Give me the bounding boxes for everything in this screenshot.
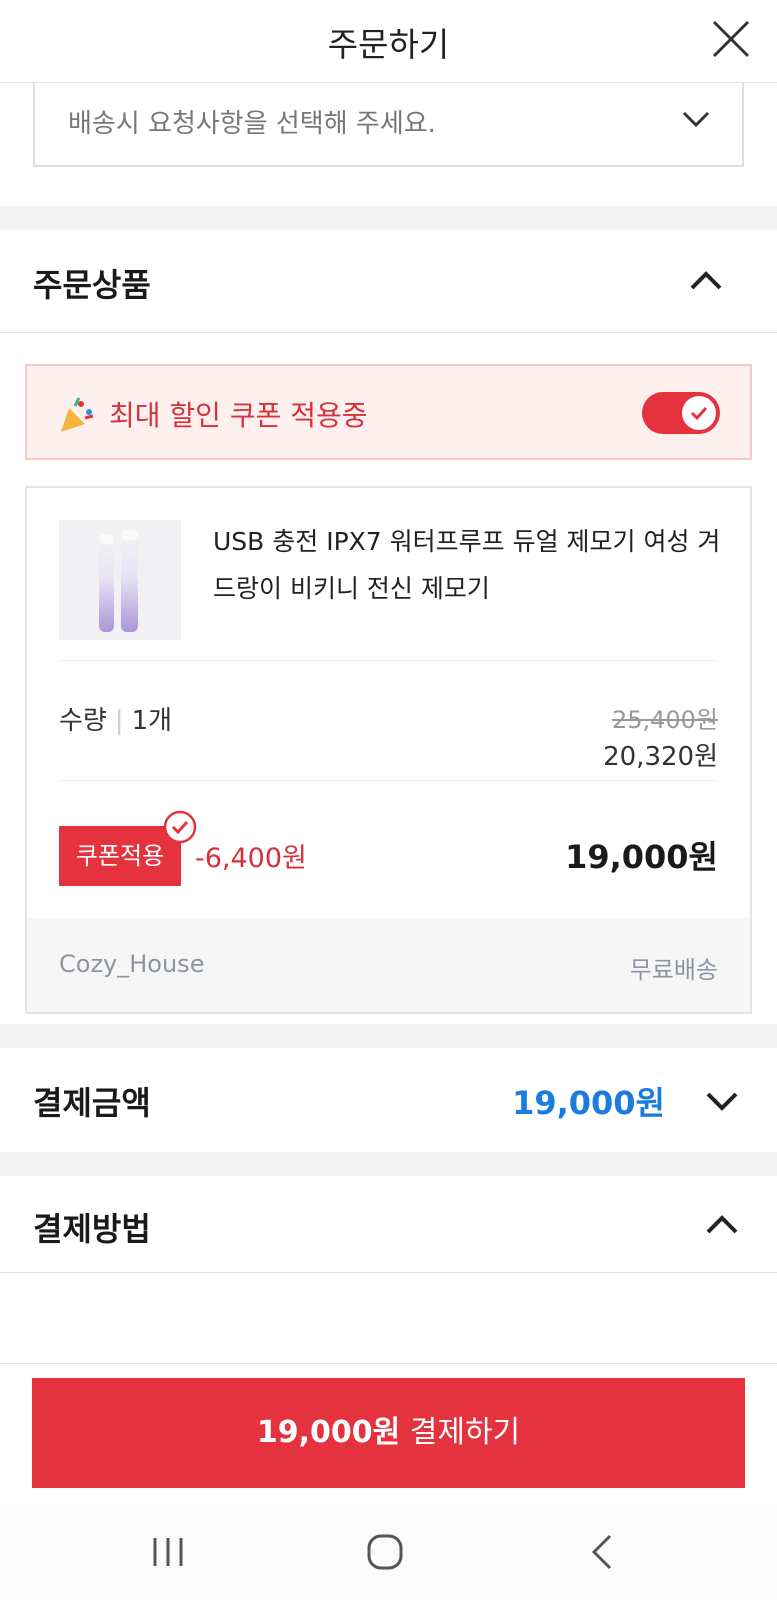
delivery-request-select[interactable]: 배송시 요청사항을 선택해 주세요. xyxy=(33,83,744,167)
check-icon xyxy=(690,406,708,421)
recent-apps-icon xyxy=(153,1538,183,1566)
chevron-down-icon xyxy=(706,1092,738,1111)
chevron-up-icon xyxy=(690,271,722,290)
divider xyxy=(0,332,777,333)
payment-method-header[interactable]: 결제방법 xyxy=(0,1176,777,1272)
seller-bar: Cozy_House 무료배송 xyxy=(27,918,750,1012)
system-navigation-bar xyxy=(0,1504,777,1600)
pay-button[interactable]: 19,000원 결제하기 xyxy=(32,1378,745,1488)
payment-amount-row[interactable]: 결제금액 19,000원 xyxy=(0,1048,777,1152)
quantity: 수량 | 1개 xyxy=(59,706,173,736)
max-coupon-toggle[interactable] xyxy=(642,392,720,434)
payment-method-title: 결제방법 xyxy=(33,1210,151,1248)
section-gap xyxy=(0,206,777,230)
quantity-value: 1개 xyxy=(131,706,173,736)
shipping-fee: 무료배송 xyxy=(629,956,718,984)
check-circle-icon xyxy=(163,810,197,844)
order-items-header[interactable]: 주문상품 xyxy=(0,230,777,332)
chevron-up-icon xyxy=(706,1215,738,1234)
delivery-request-placeholder: 배송시 요청사항을 선택해 주세요. xyxy=(68,109,436,139)
recent-apps-button[interactable] xyxy=(143,1530,193,1574)
coupon-banner-text: 최대 할인 쿠폰 적용중 xyxy=(109,399,368,432)
close-icon xyxy=(712,20,750,58)
pay-button-amount: 19,000원 xyxy=(256,1415,401,1450)
divider xyxy=(59,780,717,781)
final-price: 19,000원 xyxy=(565,838,718,876)
page-title: 주문하기 xyxy=(327,25,450,64)
party-popper-icon xyxy=(57,396,97,436)
section-gap xyxy=(0,1152,777,1176)
original-price: 25,400원 xyxy=(611,706,718,734)
home-button[interactable] xyxy=(360,1530,410,1574)
back-icon xyxy=(591,1534,612,1570)
sale-price: 20,320원 xyxy=(603,742,718,772)
back-button[interactable] xyxy=(578,1530,628,1574)
product-name: USB 충전 IPX7 워터프루프 듀얼 제모기 여성 겨드랑이 비키니 전신 … xyxy=(213,527,721,603)
home-icon xyxy=(367,1534,403,1570)
chevron-down-icon xyxy=(682,111,710,128)
pay-button-label: 결제하기 xyxy=(400,1415,521,1450)
discount-amount: -6,400원 xyxy=(195,843,307,874)
bottom-checkout-area: 19,000원 결제하기 xyxy=(0,1363,777,1505)
seller-name: Cozy_House xyxy=(59,950,205,978)
payment-amount-value: 19,000원 xyxy=(512,1084,665,1122)
close-button[interactable] xyxy=(706,14,756,64)
section-gap xyxy=(0,1024,777,1048)
divider xyxy=(0,1272,777,1273)
max-coupon-banner: 최대 할인 쿠폰 적용중 xyxy=(25,364,752,460)
toggle-knob xyxy=(682,396,716,430)
product-image[interactable] xyxy=(59,520,181,640)
header-bar: 주문하기 xyxy=(0,0,777,83)
product-card: USB 충전 IPX7 워터프루프 듀얼 제모기 여성 겨드랑이 비키니 전신 … xyxy=(25,486,752,1014)
divider xyxy=(59,660,717,661)
payment-amount-title: 결제금액 xyxy=(33,1084,151,1122)
order-items-title: 주문상품 xyxy=(33,266,151,304)
quantity-label: 수량 xyxy=(59,706,107,736)
